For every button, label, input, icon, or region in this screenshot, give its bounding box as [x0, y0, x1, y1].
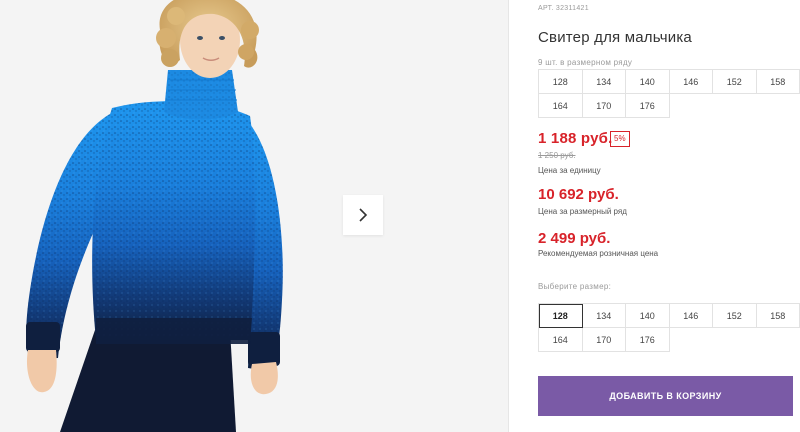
- range-price-label: Цена за размерный ряд: [538, 207, 627, 216]
- product-title: Свитер для мальчика: [538, 29, 692, 46]
- rrp-price-label: Рекомендуемая розничная цена: [538, 249, 659, 258]
- size-option-152[interactable]: 152: [713, 304, 757, 328]
- range-size-cell: 134: [582, 70, 626, 94]
- chevron-right-icon: [359, 208, 368, 222]
- size-option-170[interactable]: 170: [582, 328, 626, 352]
- range-size-cell: 170: [582, 94, 626, 118]
- size-option-146[interactable]: 146: [669, 304, 713, 328]
- choose-size-label: Выберите размер:: [538, 282, 612, 291]
- range-size-cell: 158: [756, 70, 800, 94]
- old-price: 1 250 руб.: [538, 151, 576, 160]
- size-range-note: 9 шт. в размерном ряду: [538, 58, 633, 67]
- range-size-cell: 146: [669, 70, 713, 94]
- rrp-price: 2 499 руб.: [538, 230, 611, 247]
- product-photo: [0, 0, 508, 432]
- size-option-140[interactable]: 140: [626, 304, 670, 328]
- size-option-164[interactable]: 164: [539, 328, 583, 352]
- product-gallery: [0, 0, 508, 432]
- range-price: 10 692 руб.: [538, 186, 619, 203]
- range-size-cell: 140: [626, 70, 670, 94]
- panel-divider: [508, 0, 509, 432]
- range-size-cell: 176: [626, 94, 670, 118]
- size-option-128[interactable]: 128: [539, 304, 583, 328]
- range-size-cell: 164: [539, 94, 583, 118]
- size-option-134[interactable]: 134: [582, 304, 626, 328]
- product-info-panel: АРТ. 32311421 Свитер для мальчика 9 шт. …: [538, 0, 800, 432]
- range-size-cell: 152: [713, 70, 757, 94]
- unit-price: 1 188 руб.: [538, 130, 613, 147]
- size-option-176[interactable]: 176: [626, 328, 670, 352]
- size-range-grid: 128 134 140 146 152 158 164 170 176: [538, 69, 800, 118]
- unit-price-label: Цена за единицу: [538, 166, 601, 175]
- range-size-cell: 128: [539, 70, 583, 94]
- gallery-next-button[interactable]: [343, 195, 383, 235]
- discount-badge: 5%: [610, 131, 630, 147]
- add-to-cart-button[interactable]: ДОБАВИТЬ В КОРЗИНУ: [538, 376, 793, 416]
- size-selector: 128 134 140 146 152 158 164 170 176: [538, 303, 800, 352]
- size-option-158[interactable]: 158: [756, 304, 800, 328]
- product-sku: АРТ. 32311421: [538, 5, 589, 12]
